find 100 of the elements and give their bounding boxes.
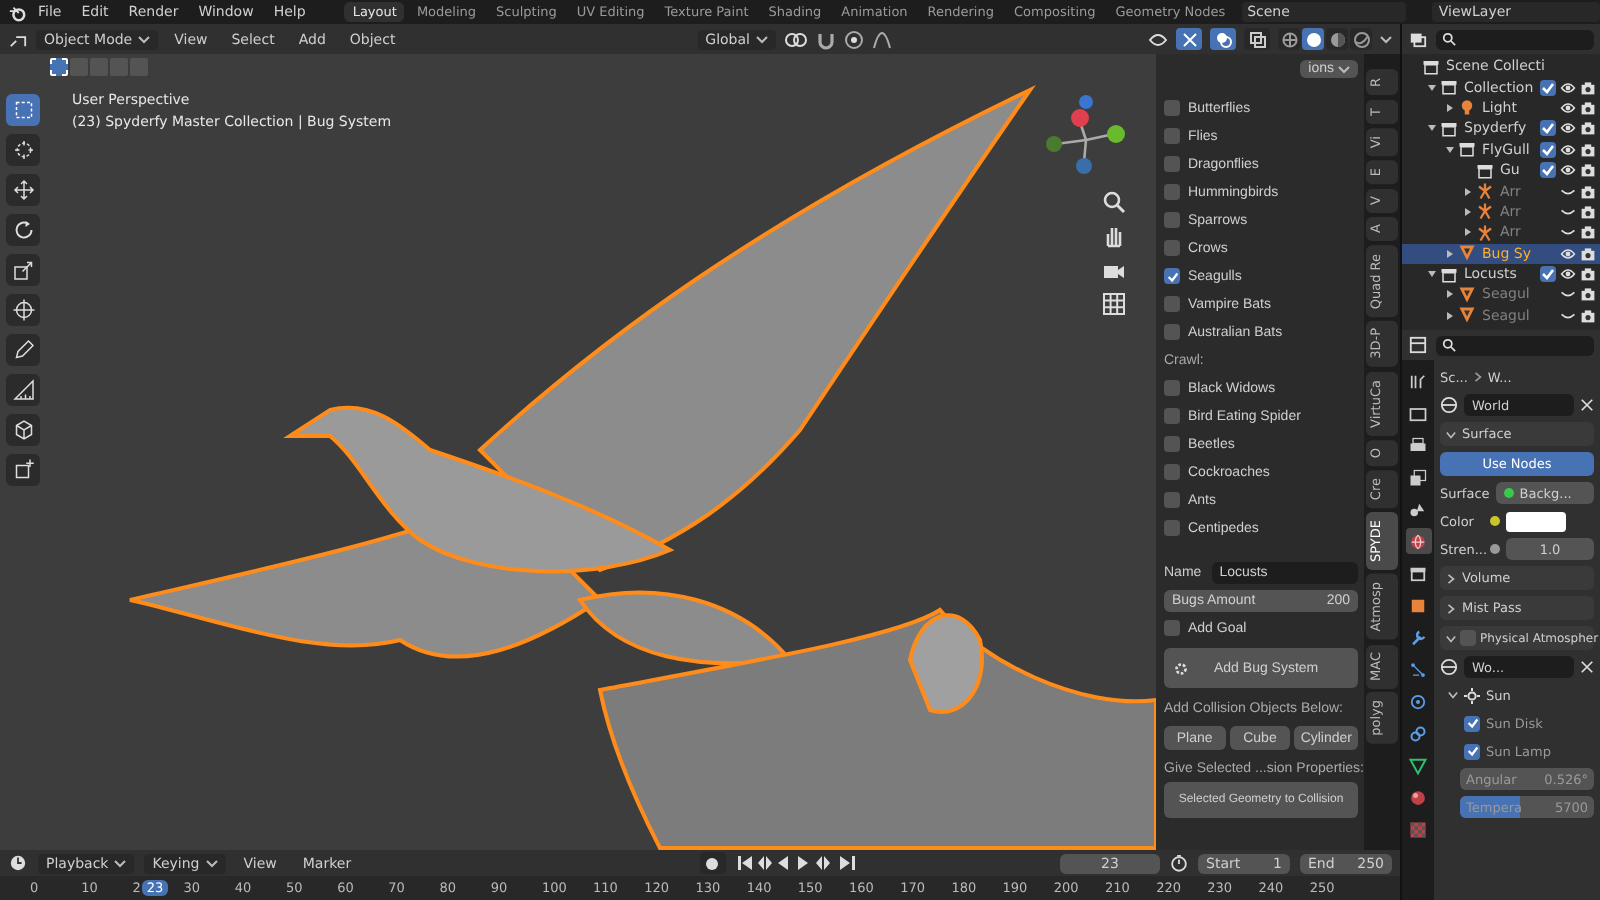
record-button[interactable]	[699, 852, 726, 874]
eye-icon[interactable]	[1560, 79, 1576, 96]
shading-mode-button[interactable]	[1326, 28, 1348, 50]
tool-button[interactable]	[6, 134, 40, 166]
overlay-toggle[interactable]	[1210, 28, 1236, 50]
close-icon[interactable]	[1580, 398, 1594, 412]
camera-icon[interactable]	[1580, 224, 1596, 241]
expand-arrow-icon[interactable]	[1428, 124, 1436, 133]
checkbox[interactable]	[1164, 380, 1180, 396]
tool-button[interactable]	[6, 334, 40, 366]
tool-button[interactable]	[6, 454, 40, 486]
expand-arrow-icon[interactable]	[1428, 83, 1436, 92]
magnet-icon[interactable]	[816, 29, 836, 49]
shading-mode-button[interactable]	[1350, 28, 1372, 50]
selection-mode-button[interactable]	[50, 58, 68, 76]
checkbox[interactable]	[1164, 128, 1180, 144]
globe-icon[interactable]	[1440, 396, 1458, 414]
tool-button[interactable]	[6, 254, 40, 286]
checkbox[interactable]	[1164, 520, 1180, 536]
collapse-arrow-icon[interactable]	[1464, 187, 1472, 196]
checkbox[interactable]	[1164, 212, 1180, 228]
scale-icon	[11, 258, 35, 282]
playback-controls-drawing[interactable]	[735, 854, 860, 872]
collapse-arrow-icon[interactable]	[1446, 249, 1454, 258]
visibility-icon[interactable]	[1148, 29, 1168, 49]
checkbox[interactable]	[1540, 79, 1556, 96]
camera-icon[interactable]	[1580, 99, 1596, 116]
collapse-arrow-icon[interactable]	[1446, 290, 1454, 299]
eye-icon[interactable]	[1560, 141, 1576, 158]
wrench-icon	[1408, 627, 1428, 647]
expand-arrow-icon[interactable]	[1428, 270, 1436, 279]
checkbox[interactable]	[1164, 156, 1180, 172]
checkbox[interactable]	[1540, 141, 1556, 158]
camera-icon[interactable]	[1580, 162, 1596, 179]
camera-icon[interactable]	[1580, 245, 1596, 262]
collapse-arrow-icon[interactable]	[1446, 311, 1454, 320]
properties-tab[interactable]	[1405, 528, 1431, 554]
shading-mode-button[interactable]	[1302, 28, 1324, 50]
checkbox[interactable]	[1164, 296, 1180, 312]
camera-icon[interactable]	[1580, 307, 1596, 324]
collapse-arrow-icon[interactable]	[1464, 207, 1472, 216]
hand-icon[interactable]	[1102, 224, 1126, 248]
camera-icon[interactable]	[1580, 286, 1596, 303]
checkbox[interactable]	[1164, 436, 1180, 452]
checkbox[interactable]	[1540, 120, 1556, 137]
tool-button[interactable]	[6, 94, 40, 126]
camera-icon[interactable]	[1580, 266, 1596, 283]
checkbox[interactable]	[1164, 100, 1180, 116]
checkbox[interactable]	[1164, 620, 1180, 636]
editor-type-icon[interactable]	[8, 30, 28, 48]
tool-button[interactable]	[6, 174, 40, 206]
camera-icon[interactable]	[1580, 120, 1596, 137]
grid-icon[interactable]	[1102, 292, 1126, 316]
search-field[interactable]	[1436, 335, 1594, 355]
checkbox[interactable]	[1164, 464, 1180, 480]
checkbox[interactable]	[1164, 240, 1180, 256]
properties-tab[interactable]	[1405, 464, 1431, 490]
checkbox[interactable]	[1164, 324, 1180, 340]
collapse-arrow-icon[interactable]	[1446, 103, 1454, 112]
close-icon[interactable]	[1580, 660, 1594, 674]
tool-button[interactable]	[6, 414, 40, 446]
gizmo-toggle[interactable]	[1176, 28, 1202, 50]
checkbox[interactable]	[1164, 184, 1180, 200]
eye-icon[interactable]	[1560, 162, 1576, 179]
checkbox[interactable]	[1464, 715, 1480, 731]
checkbox[interactable]	[1540, 266, 1556, 283]
camera-icon[interactable]	[1580, 203, 1596, 220]
shading-mode-button[interactable]	[1278, 28, 1300, 50]
eye-icon[interactable]	[1560, 120, 1576, 137]
checkbox[interactable]	[1164, 268, 1180, 284]
eye-icon[interactable]	[1560, 266, 1576, 283]
blender-logo-icon[interactable]	[8, 3, 26, 21]
tool-button[interactable]	[6, 214, 40, 246]
falloff-curve-icon[interactable]	[872, 29, 892, 49]
eye-icon[interactable]	[1560, 99, 1576, 116]
xray-toggle[interactable]	[1244, 28, 1270, 50]
clock-icon[interactable]	[8, 854, 28, 872]
globe-icon[interactable]	[1440, 658, 1458, 676]
editor-type-icon[interactable]	[1408, 336, 1428, 354]
checkbox[interactable]	[1540, 162, 1556, 179]
expand-arrow-icon[interactable]	[1446, 145, 1454, 154]
camera-icon[interactable]	[1580, 141, 1596, 158]
collapse-arrow-icon[interactable]	[1464, 228, 1472, 237]
camera-icon[interactable]	[1580, 183, 1596, 200]
editor-type-icon[interactable]	[1408, 30, 1428, 48]
checkbox[interactable]	[1164, 408, 1180, 424]
collection-icon	[1476, 161, 1494, 180]
checkbox[interactable]	[1460, 630, 1476, 646]
search-field[interactable]	[1436, 29, 1594, 49]
color-swatch[interactable]	[1506, 511, 1566, 531]
zoom-icon[interactable]	[1102, 190, 1126, 214]
tool-button[interactable]	[6, 374, 40, 406]
tool-button[interactable]	[6, 294, 40, 326]
stopwatch-icon[interactable]	[1170, 854, 1188, 872]
camera-icon[interactable]	[1580, 79, 1596, 96]
checkbox[interactable]	[1164, 492, 1180, 508]
proportional-edit-icon[interactable]	[844, 29, 864, 49]
checkbox[interactable]	[1464, 743, 1480, 759]
eye-icon[interactable]	[1560, 245, 1576, 262]
pivot-icon[interactable]	[784, 29, 808, 49]
